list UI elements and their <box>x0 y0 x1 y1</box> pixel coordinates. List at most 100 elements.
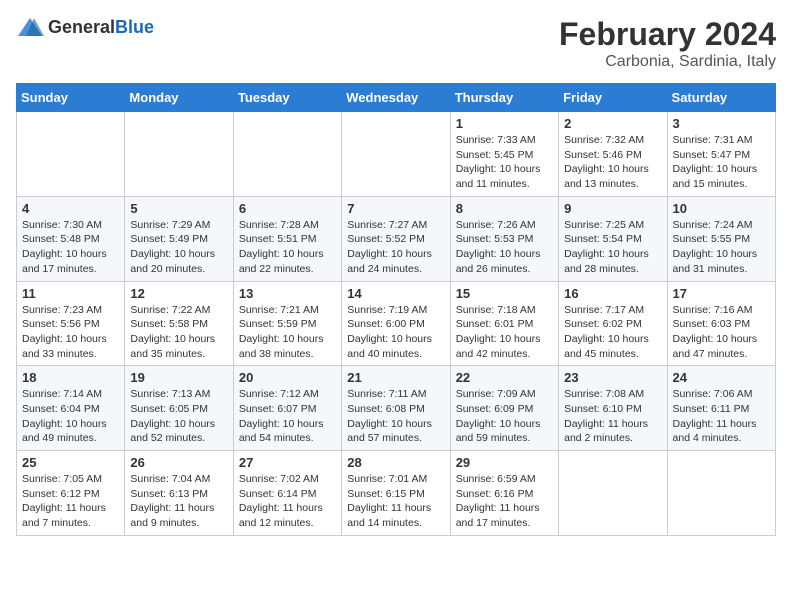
calendar-cell: 1 Sunrise: 7:33 AM Sunset: 5:45 PM Daylig… <box>450 112 558 197</box>
day-number: 27 <box>239 455 336 470</box>
day-number: 3 <box>673 116 770 131</box>
day-detail: Sunrise: 7:13 AM Sunset: 6:05 PM Dayligh… <box>130 387 227 446</box>
calendar-cell: 17 Sunrise: 7:16 AM Sunset: 6:03 PM Dayli… <box>667 281 775 366</box>
day-number: 13 <box>239 286 336 301</box>
day-detail: Sunrise: 7:05 AM Sunset: 6:12 PM Dayligh… <box>22 472 119 531</box>
day-detail: Sunrise: 7:14 AM Sunset: 6:04 PM Dayligh… <box>22 387 119 446</box>
weekday-header-monday: Monday <box>125 84 233 112</box>
day-number: 10 <box>673 201 770 216</box>
calendar-cell: 29Sunrise: 6:59 AM Sunset: 6:16 PM Dayli… <box>450 451 558 536</box>
calendar-week-4: 25 Sunrise: 7:05 AM Sunset: 6:12 PM Dayli… <box>17 451 776 536</box>
weekday-header-sunday: Sunday <box>17 84 125 112</box>
calendar-cell: 2 Sunrise: 7:32 AM Sunset: 5:46 PM Daylig… <box>559 112 667 197</box>
day-detail: Sunrise: 7:27 AM Sunset: 5:52 PM Dayligh… <box>347 218 444 277</box>
day-number: 11 <box>22 286 119 301</box>
calendar-cell <box>17 112 125 197</box>
calendar-cell: 22 Sunrise: 7:09 AM Sunset: 6:09 PM Dayli… <box>450 366 558 451</box>
day-detail: Sunrise: 7:29 AM Sunset: 5:49 PM Dayligh… <box>130 218 227 277</box>
day-detail: Sunrise: 7:06 AM Sunset: 6:11 PM Dayligh… <box>673 387 770 446</box>
day-number: 26 <box>130 455 227 470</box>
day-number: 16 <box>564 286 661 301</box>
day-number: 14 <box>347 286 444 301</box>
day-detail: Sunrise: 7:19 AM Sunset: 6:00 PM Dayligh… <box>347 303 444 362</box>
calendar-cell: 15 Sunrise: 7:18 AM Sunset: 6:01 PM Dayli… <box>450 281 558 366</box>
day-number: 7 <box>347 201 444 216</box>
calendar-cell: 18Sunrise: 7:14 AM Sunset: 6:04 PM Dayli… <box>17 366 125 451</box>
weekday-header-friday: Friday <box>559 84 667 112</box>
calendar-cell: 8Sunrise: 7:26 AM Sunset: 5:53 PM Daylig… <box>450 196 558 281</box>
day-number: 22 <box>456 370 553 385</box>
day-number: 28 <box>347 455 444 470</box>
day-number: 12 <box>130 286 227 301</box>
day-number: 5 <box>130 201 227 216</box>
day-detail: Sunrise: 7:32 AM Sunset: 5:46 PM Dayligh… <box>564 133 661 192</box>
day-detail: Sunrise: 7:02 AM Sunset: 6:14 PM Dayligh… <box>239 472 336 531</box>
calendar-table: SundayMondayTuesdayWednesdayThursdayFrid… <box>16 83 776 536</box>
day-detail: Sunrise: 7:25 AM Sunset: 5:54 PM Dayligh… <box>564 218 661 277</box>
day-detail: Sunrise: 7:22 AM Sunset: 5:58 PM Dayligh… <box>130 303 227 362</box>
day-number: 9 <box>564 201 661 216</box>
day-detail: Sunrise: 7:23 AM Sunset: 5:56 PM Dayligh… <box>22 303 119 362</box>
main-title: February 2024 <box>559 16 776 53</box>
calendar-week-2: 11 Sunrise: 7:23 AM Sunset: 5:56 PM Dayli… <box>17 281 776 366</box>
day-number: 2 <box>564 116 661 131</box>
day-detail: Sunrise: 7:08 AM Sunset: 6:10 PM Dayligh… <box>564 387 661 446</box>
calendar-cell: 26 Sunrise: 7:04 AM Sunset: 6:13 PM Dayli… <box>125 451 233 536</box>
calendar-cell: 3 Sunrise: 7:31 AM Sunset: 5:47 PM Daylig… <box>667 112 775 197</box>
day-number: 4 <box>22 201 119 216</box>
calendar-cell: 4Sunrise: 7:30 AM Sunset: 5:48 PM Daylig… <box>17 196 125 281</box>
day-detail: Sunrise: 7:31 AM Sunset: 5:47 PM Dayligh… <box>673 133 770 192</box>
calendar-cell: 16 Sunrise: 7:17 AM Sunset: 6:02 PM Dayli… <box>559 281 667 366</box>
calendar-cell: 12 Sunrise: 7:22 AM Sunset: 5:58 PM Dayli… <box>125 281 233 366</box>
calendar-cell: 19 Sunrise: 7:13 AM Sunset: 6:05 PM Dayli… <box>125 366 233 451</box>
logo-blue: Blue <box>115 17 154 37</box>
day-detail: Sunrise: 7:21 AM Sunset: 5:59 PM Dayligh… <box>239 303 336 362</box>
calendar-week-0: 1 Sunrise: 7:33 AM Sunset: 5:45 PM Daylig… <box>17 112 776 197</box>
day-detail: Sunrise: 7:12 AM Sunset: 6:07 PM Dayligh… <box>239 387 336 446</box>
day-number: 23 <box>564 370 661 385</box>
calendar-cell: 20Sunrise: 7:12 AM Sunset: 6:07 PM Dayli… <box>233 366 341 451</box>
calendar-week-3: 18Sunrise: 7:14 AM Sunset: 6:04 PM Dayli… <box>17 366 776 451</box>
calendar-cell <box>233 112 341 197</box>
weekday-header-thursday: Thursday <box>450 84 558 112</box>
day-detail: Sunrise: 7:16 AM Sunset: 6:03 PM Dayligh… <box>673 303 770 362</box>
day-number: 17 <box>673 286 770 301</box>
day-detail: Sunrise: 7:04 AM Sunset: 6:13 PM Dayligh… <box>130 472 227 531</box>
calendar-cell <box>342 112 450 197</box>
day-detail: Sunrise: 7:17 AM Sunset: 6:02 PM Dayligh… <box>564 303 661 362</box>
day-number: 15 <box>456 286 553 301</box>
day-number: 8 <box>456 201 553 216</box>
calendar-cell: 14 Sunrise: 7:19 AM Sunset: 6:00 PM Dayli… <box>342 281 450 366</box>
day-detail: Sunrise: 6:59 AM Sunset: 6:16 PM Dayligh… <box>456 472 553 531</box>
calendar-cell: 28 Sunrise: 7:01 AM Sunset: 6:15 PM Dayli… <box>342 451 450 536</box>
day-number: 21 <box>347 370 444 385</box>
page-header: GeneralBlue February 2024 Carbonia, Sard… <box>16 16 776 71</box>
calendar-cell: 6Sunrise: 7:28 AM Sunset: 5:51 PM Daylig… <box>233 196 341 281</box>
day-number: 25 <box>22 455 119 470</box>
day-number: 24 <box>673 370 770 385</box>
calendar-cell: 25 Sunrise: 7:05 AM Sunset: 6:12 PM Dayli… <box>17 451 125 536</box>
title-area: February 2024 Carbonia, Sardinia, Italy <box>559 16 776 71</box>
logo: GeneralBlue <box>16 16 154 38</box>
calendar-cell <box>667 451 775 536</box>
calendar-body: 1 Sunrise: 7:33 AM Sunset: 5:45 PM Daylig… <box>17 112 776 536</box>
calendar-cell: 7 Sunrise: 7:27 AM Sunset: 5:52 PM Daylig… <box>342 196 450 281</box>
day-detail: Sunrise: 7:28 AM Sunset: 5:51 PM Dayligh… <box>239 218 336 277</box>
calendar-cell: 23 Sunrise: 7:08 AM Sunset: 6:10 PM Dayli… <box>559 366 667 451</box>
weekday-header-tuesday: Tuesday <box>233 84 341 112</box>
day-detail: Sunrise: 7:33 AM Sunset: 5:45 PM Dayligh… <box>456 133 553 192</box>
weekday-header-wednesday: Wednesday <box>342 84 450 112</box>
day-number: 1 <box>456 116 553 131</box>
weekday-header-row: SundayMondayTuesdayWednesdayThursdayFrid… <box>17 84 776 112</box>
calendar-cell: 11 Sunrise: 7:23 AM Sunset: 5:56 PM Dayli… <box>17 281 125 366</box>
day-detail: Sunrise: 7:01 AM Sunset: 6:15 PM Dayligh… <box>347 472 444 531</box>
day-number: 19 <box>130 370 227 385</box>
calendar-cell: 13 Sunrise: 7:21 AM Sunset: 5:59 PM Dayli… <box>233 281 341 366</box>
weekday-header-saturday: Saturday <box>667 84 775 112</box>
calendar-cell: 9 Sunrise: 7:25 AM Sunset: 5:54 PM Daylig… <box>559 196 667 281</box>
calendar-cell <box>559 451 667 536</box>
calendar-cell: 10Sunrise: 7:24 AM Sunset: 5:55 PM Dayli… <box>667 196 775 281</box>
day-detail: Sunrise: 7:18 AM Sunset: 6:01 PM Dayligh… <box>456 303 553 362</box>
day-detail: Sunrise: 7:09 AM Sunset: 6:09 PM Dayligh… <box>456 387 553 446</box>
calendar-cell: 21Sunrise: 7:11 AM Sunset: 6:08 PM Dayli… <box>342 366 450 451</box>
